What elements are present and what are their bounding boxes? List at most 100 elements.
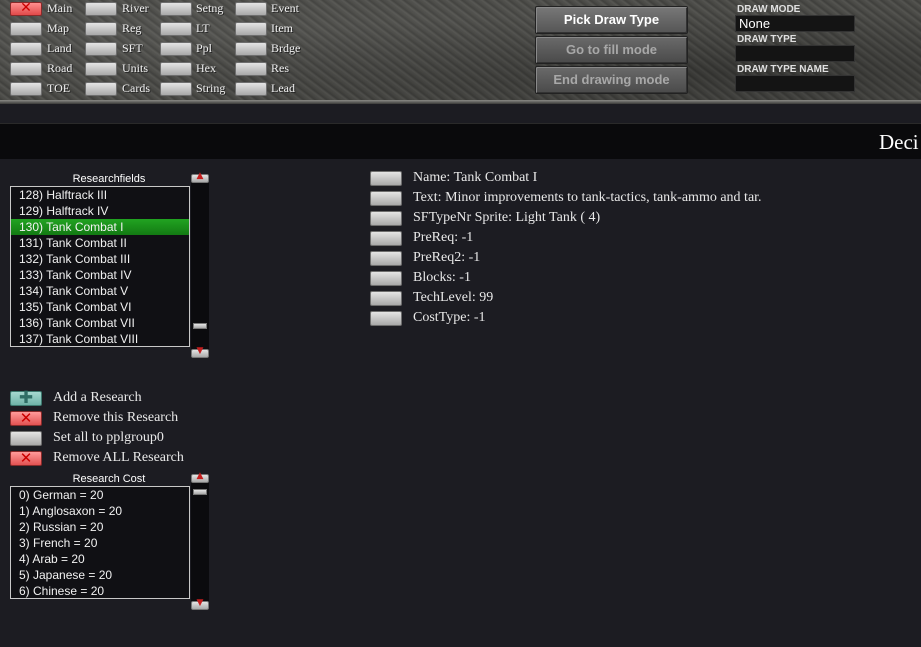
list-item[interactable]: 5) Japanese = 20 (11, 567, 189, 583)
property-name: Name: Tank Combat I (413, 170, 538, 185)
list-item[interactable]: 135) Tank Combat VI (11, 299, 189, 315)
land-button[interactable] (10, 42, 42, 56)
close-icon: ✕ (20, 0, 32, 16)
edit-prereq-button[interactable] (370, 231, 402, 246)
event-button[interactable] (235, 2, 267, 16)
list-item[interactable]: 6) Chinese = 20 (11, 583, 189, 598)
remove-research-button[interactable]: ✕ (10, 409, 42, 427)
road-button[interactable] (10, 62, 42, 76)
units-label: Units (122, 61, 149, 75)
toolbar-divider (0, 100, 921, 104)
map-button[interactable] (10, 22, 42, 36)
page-title: Deci (879, 130, 919, 154)
main-button[interactable]: ✕ (10, 0, 42, 16)
road-label: Road (47, 61, 73, 75)
close-icon: ✕ (19, 409, 33, 427)
list-item[interactable]: 137) Tank Combat VIII (11, 331, 189, 346)
editor-toolbar: ✕ Main Map Land Road TOE River Reg SFT U… (0, 0, 921, 104)
res-button[interactable] (235, 62, 267, 76)
list-item[interactable]: 4) Arab = 20 (11, 551, 189, 567)
arrow-down-icon: ▼ (196, 346, 204, 356)
remove-research-label: Remove this Research (53, 410, 179, 425)
list-item[interactable]: 129) Halftrack IV (11, 203, 189, 219)
string-label: String (196, 81, 226, 95)
researchfields-scrollbar[interactable] (191, 174, 209, 358)
plus-icon: ✚ (18, 388, 34, 408)
remove-all-research-button[interactable]: ✕ (10, 449, 42, 467)
draw-mode-label: DRAW MODE (737, 4, 801, 15)
edit-blocks-button[interactable] (370, 271, 402, 286)
arrow-up-icon: ▲ (196, 171, 204, 181)
scroll-up-button[interactable]: ▲ (191, 471, 209, 483)
property-prereq2: PreReq2: -1 (413, 250, 481, 265)
setng-label: Setng (196, 1, 224, 15)
scroll-up-button[interactable]: ▲ (191, 171, 209, 183)
scroll-thumb[interactable] (193, 323, 207, 329)
ppl-button[interactable] (160, 42, 192, 56)
brdge-label: Brdge (271, 41, 301, 55)
res-label: Res (271, 61, 289, 75)
sft-button[interactable] (85, 42, 117, 56)
set-all-pplgroup-button[interactable] (10, 431, 42, 446)
item-label: Item (271, 21, 293, 35)
edit-costtype-button[interactable] (370, 311, 402, 326)
list-item[interactable]: 1) Anglosaxon = 20 (11, 503, 189, 519)
brdge-button[interactable] (235, 42, 267, 56)
cards-button[interactable] (85, 82, 117, 96)
scroll-thumb[interactable] (193, 489, 207, 495)
list-item[interactable]: 133) Tank Combat IV (11, 267, 189, 283)
lead-button[interactable] (235, 82, 267, 96)
set-all-pplgroup-label: Set all to pplgroup0 (53, 430, 164, 445)
toe-label: TOE (47, 81, 71, 95)
list-item[interactable]: 3) French = 20 (11, 535, 189, 551)
units-button[interactable] (85, 62, 117, 76)
pick-draw-type-button[interactable]: Pick Draw Type (535, 6, 688, 34)
draw-type-label: DRAW TYPE (737, 34, 797, 45)
map-label: Map (47, 21, 69, 35)
close-icon: ✕ (19, 449, 33, 467)
hex-label: Hex (196, 61, 216, 75)
list-item[interactable]: 132) Tank Combat III (11, 251, 189, 267)
property-sftype: SFTypeNr Sprite: Light Tank ( 4) (413, 210, 601, 225)
hex-button[interactable] (160, 62, 192, 76)
lead-label: Lead (271, 81, 295, 95)
add-research-button[interactable]: ✚ (10, 388, 42, 408)
list-item[interactable]: 128) Halftrack III (11, 187, 189, 203)
research-cost-label: Research Cost (72, 473, 146, 485)
edit-text-button[interactable] (370, 191, 402, 206)
list-item[interactable]: 0) German = 20 (11, 487, 189, 503)
list-item[interactable]: 136) Tank Combat VII (11, 315, 189, 331)
edit-name-button[interactable] (370, 171, 402, 186)
reg-button[interactable] (85, 22, 117, 36)
property-blocks: Blocks: -1 (413, 270, 471, 285)
scroll-down-button[interactable]: ▼ (191, 598, 209, 610)
list-item[interactable]: 134) Tank Combat V (11, 283, 189, 299)
item-button[interactable] (235, 22, 267, 36)
draw-type-name-label: DRAW TYPE NAME (737, 64, 829, 75)
edit-prereq2-button[interactable] (370, 251, 402, 266)
draw-type-field (735, 45, 855, 62)
lt-button[interactable] (160, 22, 192, 36)
toe-button[interactable] (10, 82, 42, 96)
research-cost-list[interactable]: 0) German = 20 1) Anglosaxon = 20 2) Rus… (10, 486, 190, 599)
edit-sftype-button[interactable] (370, 211, 402, 226)
cards-label: Cards (122, 81, 150, 95)
list-item[interactable]: 2) Russian = 20 (11, 519, 189, 535)
list-item[interactable]: 131) Tank Combat II (11, 235, 189, 251)
river-button[interactable] (85, 2, 117, 16)
end-drawing-mode-button[interactable]: End drawing mode (535, 66, 688, 94)
river-label: River (122, 1, 149, 15)
draw-type-name-field (735, 75, 855, 92)
edit-techlevel-button[interactable] (370, 291, 402, 306)
researchfields-list[interactable]: 128) Halftrack III 129) Halftrack IV 130… (10, 186, 190, 347)
go-to-fill-mode-button[interactable]: Go to fill mode (535, 36, 688, 64)
main-label: Main (47, 1, 73, 15)
scroll-down-button[interactable]: ▼ (191, 346, 209, 358)
land-label: Land (47, 41, 72, 55)
header-band (0, 123, 921, 159)
sft-label: SFT (122, 41, 143, 55)
list-item-selected[interactable]: 130) Tank Combat I (11, 219, 189, 235)
string-button[interactable] (160, 82, 192, 96)
property-costtype: CostType: -1 (413, 310, 486, 325)
setng-button[interactable] (160, 2, 192, 16)
